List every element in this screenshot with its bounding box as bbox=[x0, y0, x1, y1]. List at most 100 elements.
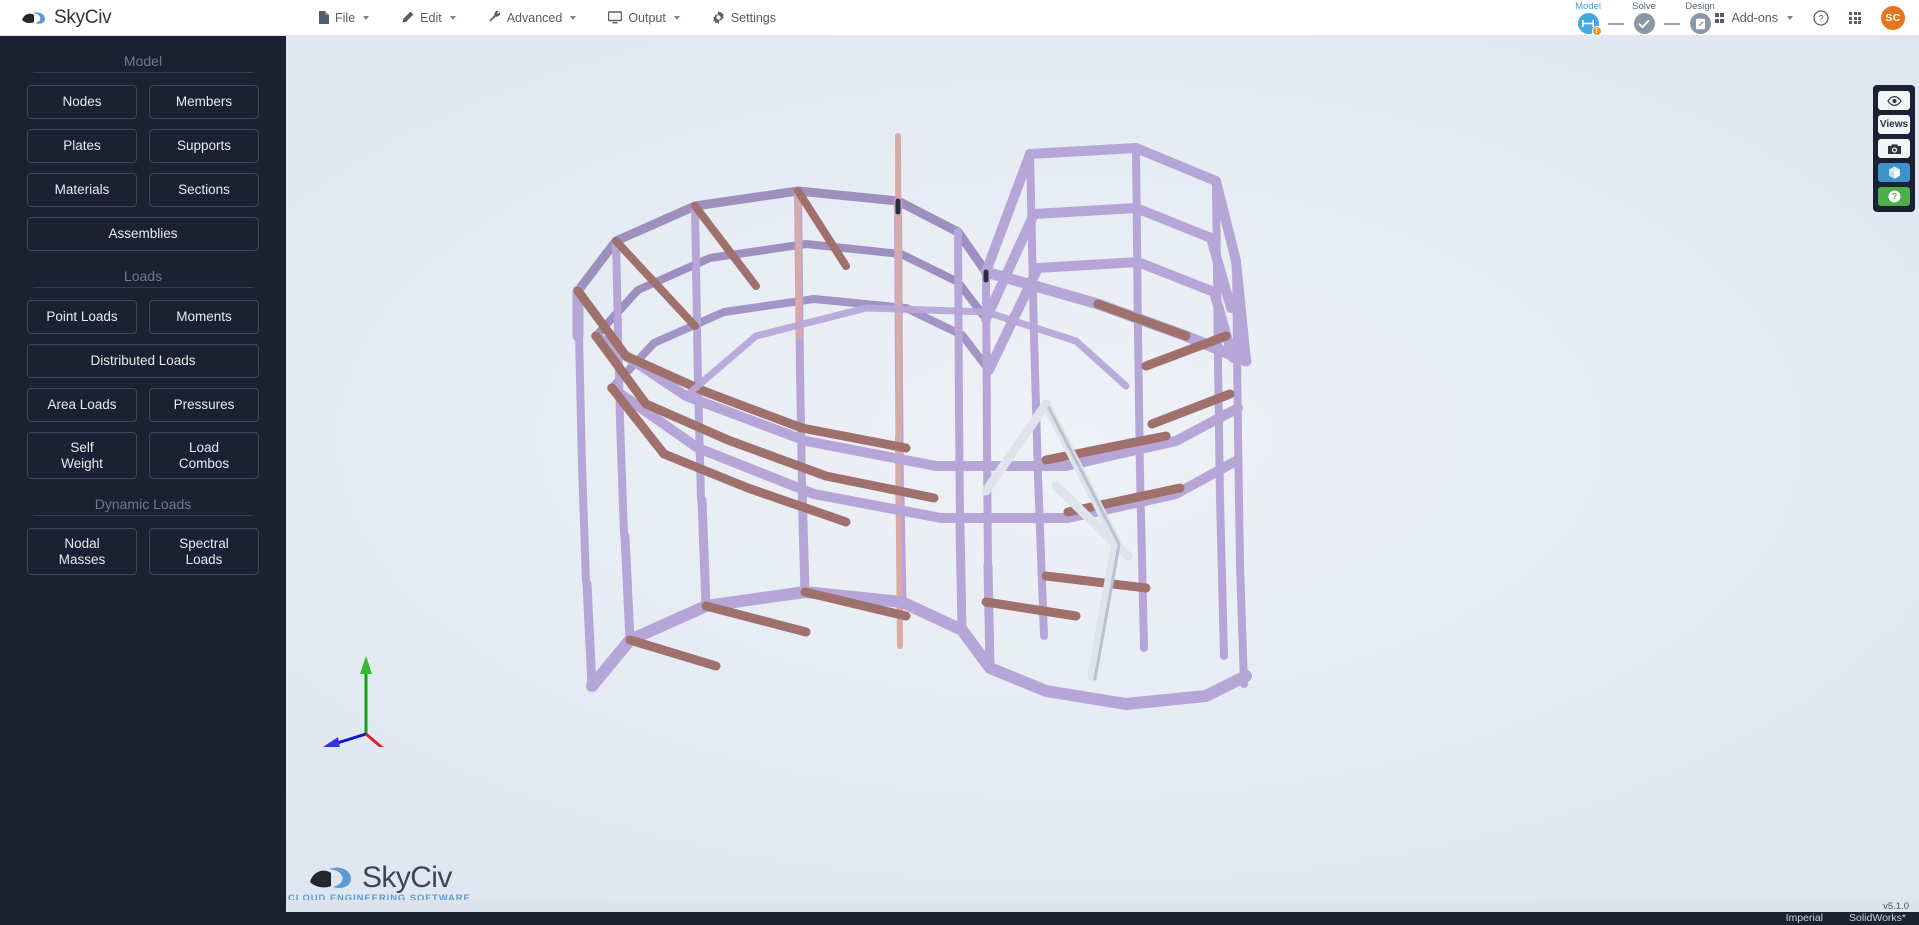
top-bar: SkyCiv File Edit Advanced bbox=[0, 0, 1919, 36]
brand-logo[interactable]: SkyCiv bbox=[20, 7, 280, 29]
svg-text:?: ? bbox=[1818, 14, 1823, 25]
inner-ring-far bbox=[686, 308, 1126, 396]
help-button[interactable]: ? bbox=[1805, 2, 1837, 34]
monitor-icon bbox=[608, 11, 622, 24]
version-label: v5.1.0 bbox=[1883, 901, 1909, 912]
status-units[interactable]: Imperial bbox=[1773, 912, 1836, 925]
sidebar-group-dynamic-loads-title: Dynamic Loads bbox=[27, 489, 259, 515]
chevron-down-icon bbox=[570, 16, 576, 20]
screenshot-button[interactable] bbox=[1878, 139, 1910, 158]
grid-squares-icon bbox=[1715, 13, 1725, 23]
sidebar-row: Nodal Masses Spectral Loads bbox=[27, 528, 259, 575]
divider bbox=[33, 72, 253, 73]
camera-icon bbox=[1887, 143, 1902, 155]
menu-edit[interactable]: Edit bbox=[385, 5, 472, 31]
stepper-connector bbox=[1608, 23, 1624, 25]
menu-settings-label: Settings bbox=[731, 11, 776, 25]
step-solve[interactable]: Solve bbox=[1624, 2, 1664, 36]
stepper-connector bbox=[1664, 23, 1680, 25]
check-icon bbox=[1638, 19, 1650, 29]
sidebar-item-self-weight[interactable]: Self Weight bbox=[27, 432, 137, 479]
menu-edit-label: Edit bbox=[420, 11, 442, 25]
status-bar: Imperial SolidWorks* bbox=[0, 912, 1919, 925]
sidebar-group-model: Model Nodes Members Plates Supports Mate… bbox=[27, 46, 259, 251]
eye-icon bbox=[1887, 96, 1902, 106]
sidebar-item-load-combos[interactable]: Load Combos bbox=[149, 432, 259, 479]
sidebar-row: Assemblies bbox=[27, 217, 259, 251]
sidebar-item-sections[interactable]: Sections bbox=[149, 173, 259, 207]
question-icon: ? bbox=[1888, 190, 1901, 203]
addons-dropdown[interactable]: Add-ons bbox=[1705, 5, 1803, 31]
avatar[interactable]: SC bbox=[1881, 6, 1905, 30]
sidebar-item-pressures[interactable]: Pressures bbox=[149, 388, 259, 422]
sidebar-row: Plates Supports bbox=[27, 129, 259, 163]
y-axis-arrow bbox=[360, 656, 372, 734]
menu-advanced[interactable]: Advanced bbox=[472, 5, 593, 31]
sidebar-row: Area Loads Pressures bbox=[27, 388, 259, 422]
sidebar-item-nodal-masses[interactable]: Nodal Masses bbox=[27, 528, 137, 575]
sidebar-row: Self Weight Load Combos bbox=[27, 432, 259, 479]
menu-file-label: File bbox=[335, 11, 355, 25]
sidebar-group-dynamic-loads: Dynamic Loads Nodal Masses Spectral Load… bbox=[27, 489, 259, 575]
ring-beam-top-back bbox=[578, 191, 986, 291]
sidebar-item-materials[interactable]: Materials bbox=[27, 173, 137, 207]
topbar-right-cluster: Add-ons ? SC bbox=[1705, 0, 1905, 36]
menu-output[interactable]: Output bbox=[592, 5, 696, 31]
beam-icon bbox=[1582, 19, 1594, 28]
grid-apps-icon bbox=[1849, 12, 1861, 24]
menu-settings[interactable]: Settings bbox=[696, 5, 792, 31]
sidebar-group-loads-title: Loads bbox=[27, 261, 259, 287]
sidebar-item-distributed-loads[interactable]: Distributed Loads bbox=[27, 344, 259, 378]
sidebar-item-plates[interactable]: Plates bbox=[27, 129, 137, 163]
divider bbox=[33, 287, 253, 288]
chevron-down-icon bbox=[1787, 16, 1793, 20]
cube-icon bbox=[1888, 166, 1901, 179]
version-strip: v5.1.0 bbox=[286, 900, 1919, 912]
chevron-down-icon bbox=[674, 16, 680, 20]
apps-grid-button[interactable] bbox=[1839, 2, 1871, 34]
left-sidebar: Model Nodes Members Plates Supports Mate… bbox=[0, 36, 286, 925]
sidebar-item-area-loads[interactable]: Area Loads bbox=[27, 388, 137, 422]
step-model[interactable]: Model ! bbox=[1568, 2, 1608, 36]
wrench-icon bbox=[488, 11, 501, 24]
sidebar-item-members[interactable]: Members bbox=[149, 85, 259, 119]
model-viewport[interactable]: SkyCiv CLOUD ENGINEERING SOFTWARE Views bbox=[286, 36, 1919, 912]
workflow-stepper: Model ! Solve Design bbox=[1568, 0, 1720, 36]
pencil-icon bbox=[401, 11, 414, 24]
sidebar-row: Nodes Members bbox=[27, 85, 259, 119]
x-axis-arrow bbox=[366, 734, 404, 747]
status-integration[interactable]: SolidWorks* bbox=[1836, 912, 1919, 925]
step-model-badge: ! bbox=[1592, 26, 1602, 36]
help-support-button[interactable]: ? bbox=[1878, 187, 1910, 206]
ring-beam-right bbox=[986, 148, 1246, 370]
step-model-label: Model bbox=[1568, 2, 1608, 12]
viewport-toolbar: Views ? bbox=[1873, 85, 1915, 212]
chevron-down-icon bbox=[363, 16, 369, 20]
ring-beam-top-front bbox=[578, 272, 1246, 361]
step-solve-dot bbox=[1634, 13, 1655, 34]
brand-name: SkyCiv bbox=[54, 7, 111, 29]
sidebar-item-point-loads[interactable]: Point Loads bbox=[27, 300, 137, 334]
menu-output-label: Output bbox=[628, 11, 666, 25]
svg-text:?: ? bbox=[1891, 192, 1897, 202]
sidebar-row: Materials Sections bbox=[27, 173, 259, 207]
sidebar-group-model-title: Model bbox=[27, 46, 259, 72]
sidebar-item-spectral-loads[interactable]: Spectral Loads bbox=[149, 528, 259, 575]
views-button[interactable]: Views bbox=[1878, 115, 1910, 134]
sidebar-item-supports[interactable]: Supports bbox=[149, 129, 259, 163]
sidebar-item-assemblies[interactable]: Assemblies bbox=[27, 217, 259, 251]
render-3d-button[interactable] bbox=[1878, 163, 1910, 182]
structural-model-3d bbox=[286, 36, 1919, 912]
skyciv-logo-icon bbox=[20, 8, 50, 28]
sidebar-item-moments[interactable]: Moments bbox=[149, 300, 259, 334]
menu-advanced-label: Advanced bbox=[507, 11, 563, 25]
step-model-dot: ! bbox=[1578, 13, 1599, 34]
step-solve-label: Solve bbox=[1624, 2, 1664, 12]
menu-file[interactable]: File bbox=[302, 5, 385, 31]
gear-icon bbox=[712, 11, 725, 24]
main-menu: File Edit Advanced Output bbox=[302, 5, 792, 31]
sidebar-item-nodes[interactable]: Nodes bbox=[27, 85, 137, 119]
sidebar-group-loads: Loads Point Loads Moments Distributed Lo… bbox=[27, 261, 259, 479]
visibility-toggle-button[interactable] bbox=[1878, 91, 1910, 110]
document-icon bbox=[318, 11, 329, 24]
